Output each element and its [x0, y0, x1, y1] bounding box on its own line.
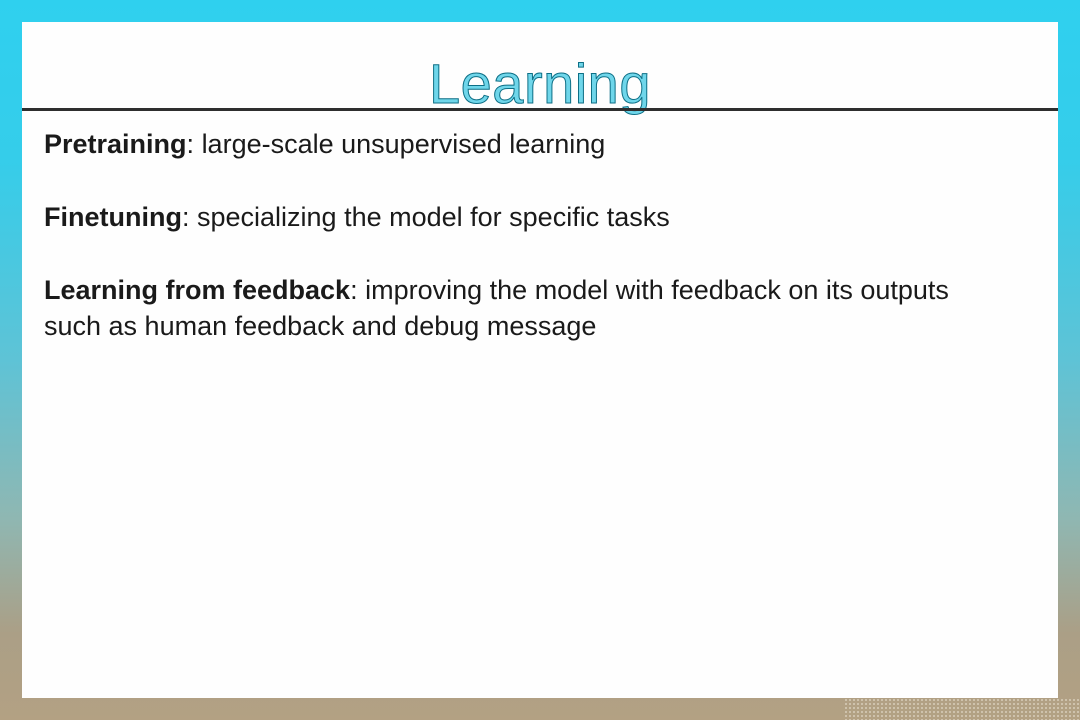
term-separator: : [181, 202, 190, 232]
definition-pretraining: large-scale unsupervised learning [201, 129, 606, 159]
corner-texture [844, 698, 1080, 720]
bullet-pretraining: Pretraining: large-scale unsupervised le… [44, 126, 1058, 162]
term-separator: : [186, 129, 195, 159]
definition-learning-from-feedback-line-1: improving the model with feedback on its… [365, 275, 949, 305]
term-pretraining: Pretraining [44, 129, 187, 159]
title-divider [22, 108, 1058, 111]
slide: Learning Pretraining: large-scale unsupe… [22, 22, 1058, 698]
definition-finetuning: specializing the model for specific task… [197, 202, 670, 232]
bullet-learning-from-feedback: Learning from feedback: improving the mo… [44, 272, 1058, 344]
term-learning-from-feedback: Learning from feedback [44, 275, 351, 305]
term-finetuning: Finetuning [44, 202, 182, 232]
slide-title: Learning [429, 52, 651, 115]
term-separator: : [350, 275, 358, 305]
slide-body: Pretraining: large-scale unsupervised le… [44, 126, 1058, 381]
definition-learning-from-feedback-line-2: such as human feedback and debug message [44, 311, 597, 341]
bullet-finetuning: Finetuning: specializing the model for s… [44, 199, 1058, 235]
